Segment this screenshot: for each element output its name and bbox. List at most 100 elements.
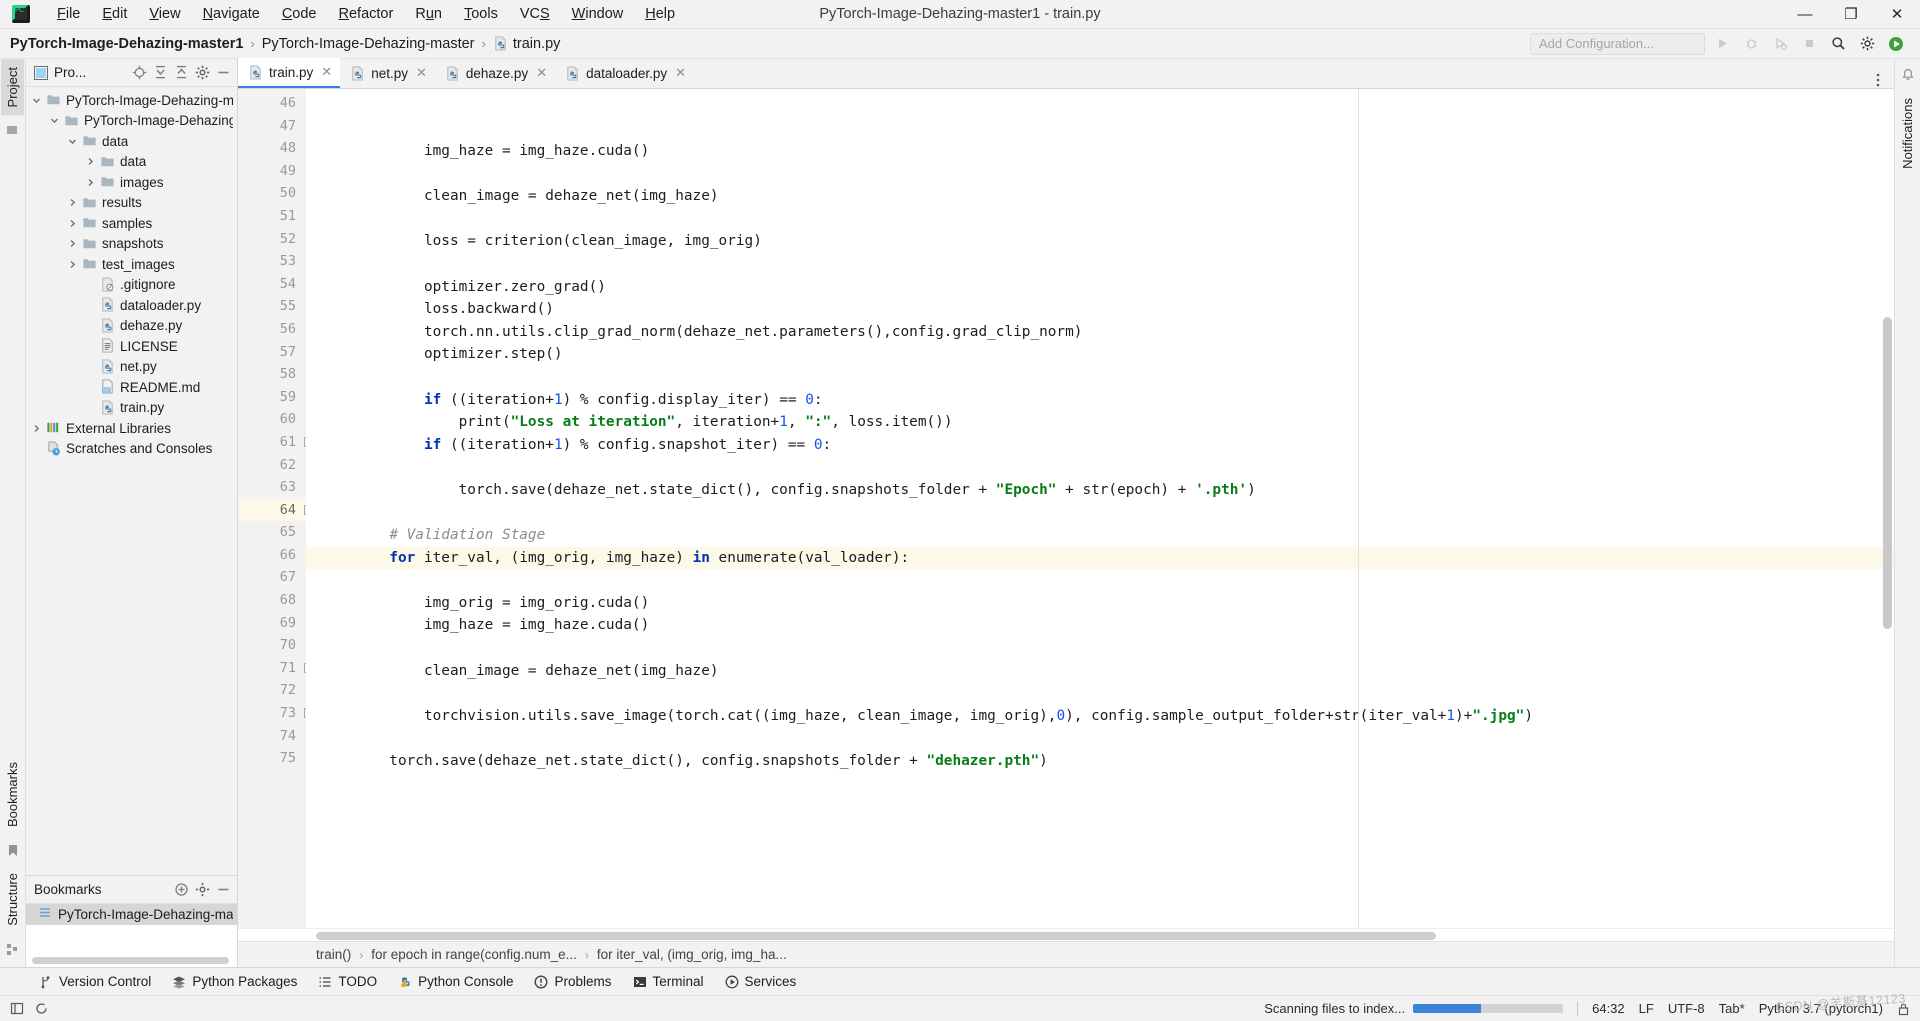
run-icon[interactable] — [1710, 32, 1734, 56]
code-line[interactable] — [306, 208, 1894, 231]
bookmark-item[interactable]: PyTorch-Image-Dehazing-mas — [26, 904, 237, 925]
line-number[interactable]: 58 — [238, 363, 306, 386]
code-line[interactable] — [306, 727, 1894, 750]
line-number[interactable]: 64− — [238, 498, 314, 522]
settings-icon[interactable] — [1855, 32, 1879, 56]
breadcrumb-item[interactable]: PyTorch-Image-Dehazing-master — [262, 36, 475, 52]
sidebar-item-project[interactable]: Project — [1, 59, 24, 116]
maximize-button[interactable]: ❐ — [1828, 0, 1874, 29]
code-line[interactable] — [306, 773, 1894, 796]
tree-node[interactable]: MD README.md — [26, 377, 237, 398]
breadcrumb-item[interactable]: train.py — [493, 36, 560, 52]
stop-icon[interactable] — [1797, 32, 1821, 56]
line-number[interactable]: 54 — [238, 273, 306, 296]
tree-node[interactable]: test_images — [26, 254, 237, 275]
minimize-button[interactable]: — — [1782, 0, 1828, 29]
code-line[interactable]: img_orig = img_orig.cuda() — [306, 592, 1894, 615]
close-icon[interactable]: ✕ — [416, 65, 427, 81]
tree-node[interactable]: PyTorch-Image-Dehazing-mas — [26, 90, 237, 111]
structure-small-icon[interactable] — [3, 120, 23, 140]
code-line[interactable]: loss = criterion(clean_image, img_orig) — [306, 230, 1894, 253]
tree-node[interactable]: .gitignore — [26, 275, 237, 296]
layout-icon[interactable] — [10, 1001, 25, 1016]
menu-item-file[interactable]: File — [46, 3, 91, 25]
bookmarks-list[interactable]: PyTorch-Image-Dehazing-mas — [26, 904, 237, 967]
caret-position[interactable]: 64:32 — [1592, 1001, 1625, 1016]
sidebar-item-bookmarks[interactable]: Bookmarks — [1, 754, 24, 835]
line-number[interactable]: 51 — [238, 205, 306, 228]
add-icon[interactable] — [172, 880, 191, 899]
hide-icon[interactable] — [214, 63, 233, 82]
code-line[interactable]: torch.save(dehaze_net.state_dict(), conf… — [306, 750, 1894, 773]
code-line[interactable]: torchvision.utils.save_image(torch.cat((… — [306, 705, 1894, 728]
locate-icon[interactable] — [130, 63, 149, 82]
code-line[interactable]: print("Loss at iteration", iteration+1, … — [306, 411, 1894, 434]
expand-all-icon[interactable] — [151, 63, 170, 82]
code-line[interactable] — [306, 456, 1894, 479]
editor-tab[interactable]: net.py ✕ — [340, 58, 435, 88]
tree-node[interactable]: dataloader.py — [26, 295, 237, 316]
code-line[interactable]: img_haze = img_haze.cuda() — [306, 140, 1894, 163]
structure-tree-icon[interactable] — [3, 939, 23, 959]
line-number[interactable]: 52 — [238, 228, 306, 251]
hide-icon[interactable] — [214, 880, 233, 899]
line-number[interactable]: 75 — [238, 747, 306, 770]
code-line[interactable] — [306, 253, 1894, 276]
tool-window-python-packages[interactable]: Python Packages — [163, 971, 306, 992]
coverage-icon[interactable] — [1768, 32, 1792, 56]
chevron-right-icon[interactable] — [68, 260, 82, 269]
indent-setting[interactable]: Tab* — [1719, 1001, 1745, 1016]
chevron-right-icon[interactable] — [86, 157, 100, 166]
code-line[interactable] — [306, 795, 1894, 818]
chevron-down-icon[interactable] — [68, 137, 82, 146]
line-number[interactable]: 72 — [238, 679, 306, 702]
menu-item-vcs[interactable]: VCS — [509, 3, 561, 25]
line-number[interactable]: 68 — [238, 589, 306, 612]
vertical-scrollbar-thumb[interactable] — [1883, 317, 1892, 629]
tool-window-problems[interactable]: Problems — [525, 971, 620, 992]
line-separator[interactable]: LF — [1639, 1001, 1654, 1016]
menu-item-tools[interactable]: Tools — [453, 3, 509, 25]
editor-vertical-scrollbar[interactable] — [1881, 89, 1894, 928]
debug-icon[interactable] — [1739, 32, 1763, 56]
line-number[interactable]: 60 — [238, 408, 306, 431]
tree-node[interactable]: images — [26, 172, 237, 193]
editor-tab-options[interactable] — [1870, 72, 1894, 88]
code-line[interactable]: if ((iteration+1) % config.snapshot_iter… — [306, 434, 1894, 457]
sidebar-item-structure[interactable]: Structure — [1, 865, 24, 934]
tree-node[interactable]: data — [26, 131, 237, 152]
horizontal-scrollbar-thumb[interactable] — [316, 932, 1436, 940]
ide-helper-icon[interactable] — [1884, 32, 1908, 56]
code-line[interactable] — [306, 682, 1894, 705]
chevron-down-icon[interactable] — [50, 116, 64, 125]
search-icon[interactable] — [1826, 32, 1850, 56]
tool-window-version-control[interactable]: Version Control — [30, 971, 160, 992]
line-number[interactable]: 69 — [238, 612, 306, 635]
notifications-bell-icon[interactable] — [1898, 65, 1918, 85]
settings-icon[interactable] — [193, 880, 212, 899]
python-interpreter[interactable]: Python 3.7 (pytorch1) — [1759, 1001, 1883, 1016]
settings-icon[interactable] — [193, 63, 212, 82]
line-number[interactable]: 50 — [238, 182, 306, 205]
chevron-right-icon[interactable] — [68, 219, 82, 228]
code-line[interactable]: torch.save(dehaze_net.state_dict(), conf… — [306, 479, 1894, 502]
line-number[interactable]: 62 — [238, 454, 306, 477]
tree-node[interactable]: External Libraries — [26, 418, 237, 439]
code-line[interactable]: for iter_val, (img_orig, img_haze) in en… — [306, 546, 1894, 570]
tree-node[interactable]: net.py — [26, 357, 237, 378]
close-icon[interactable]: ✕ — [536, 65, 547, 81]
code-line[interactable]: optimizer.zero_grad() — [306, 276, 1894, 299]
line-number[interactable]: 63 — [238, 476, 306, 499]
code-line[interactable]: optimizer.step() — [306, 343, 1894, 366]
refresh-icon[interactable] — [34, 1001, 49, 1016]
line-number[interactable]: 66 — [238, 544, 306, 567]
line-number[interactable]: 55 — [238, 295, 306, 318]
line-number[interactable]: 59 — [238, 386, 306, 409]
code-line[interactable] — [306, 637, 1894, 660]
code-line[interactable] — [306, 502, 1894, 525]
menu-item-edit[interactable]: Edit — [91, 3, 138, 25]
line-number[interactable]: 57 — [238, 341, 306, 364]
line-number[interactable]: 71− — [238, 657, 314, 680]
collapse-all-icon[interactable] — [172, 63, 191, 82]
tool-window-services[interactable]: Services — [716, 971, 806, 992]
